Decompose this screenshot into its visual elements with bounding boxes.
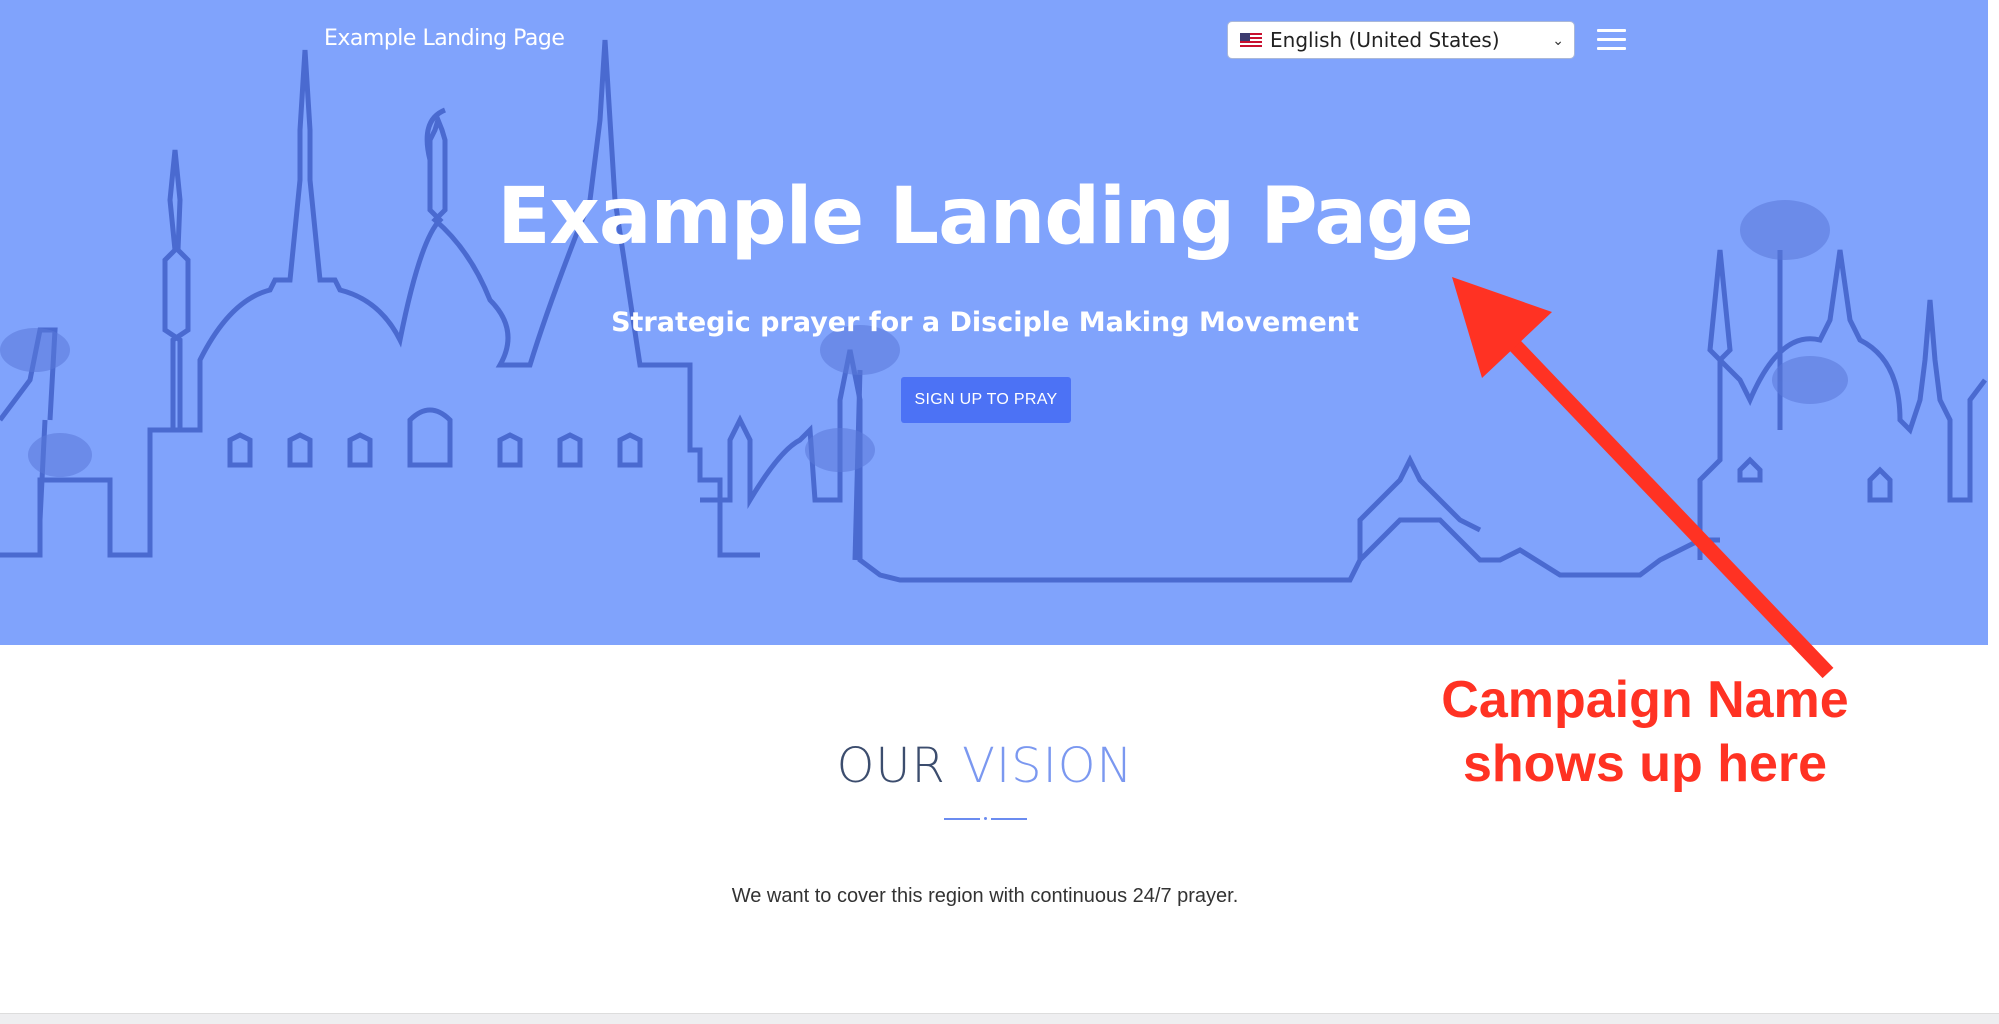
annotation-line2: shows up here — [1462, 735, 1828, 793]
hero-subtitle: Strategic prayer for a Disciple Making M… — [611, 307, 1359, 338]
page-title: Example Landing Page — [497, 172, 1474, 262]
sign-up-to-pray-button[interactable]: SIGN UP TO PRAY — [901, 377, 1071, 423]
vision-text: We want to cover this region with contin… — [731, 885, 1239, 907]
annotation-line1: Campaign Name — [1441, 671, 1849, 729]
site-brand[interactable]: Example Landing Page — [324, 26, 565, 51]
language-select[interactable]: English (United States) ⌄ — [1227, 21, 1575, 59]
browser-bottom-edge — [0, 1013, 1999, 1024]
vision-heading-word2: VISION — [962, 738, 1134, 794]
hero-section: Example Landing Page English (United Sta… — [0, 0, 1988, 645]
language-select-value: English (United States) — [1270, 28, 1500, 52]
section-divider — [944, 815, 1028, 821]
vision-heading-word1: OUR — [836, 738, 946, 794]
annotation-text: Campaign Name shows up here — [1400, 668, 1890, 796]
chevron-down-icon: ⌄ — [1552, 31, 1564, 48]
us-flag-icon — [1240, 32, 1262, 48]
hamburger-menu-icon[interactable] — [1597, 29, 1626, 51]
